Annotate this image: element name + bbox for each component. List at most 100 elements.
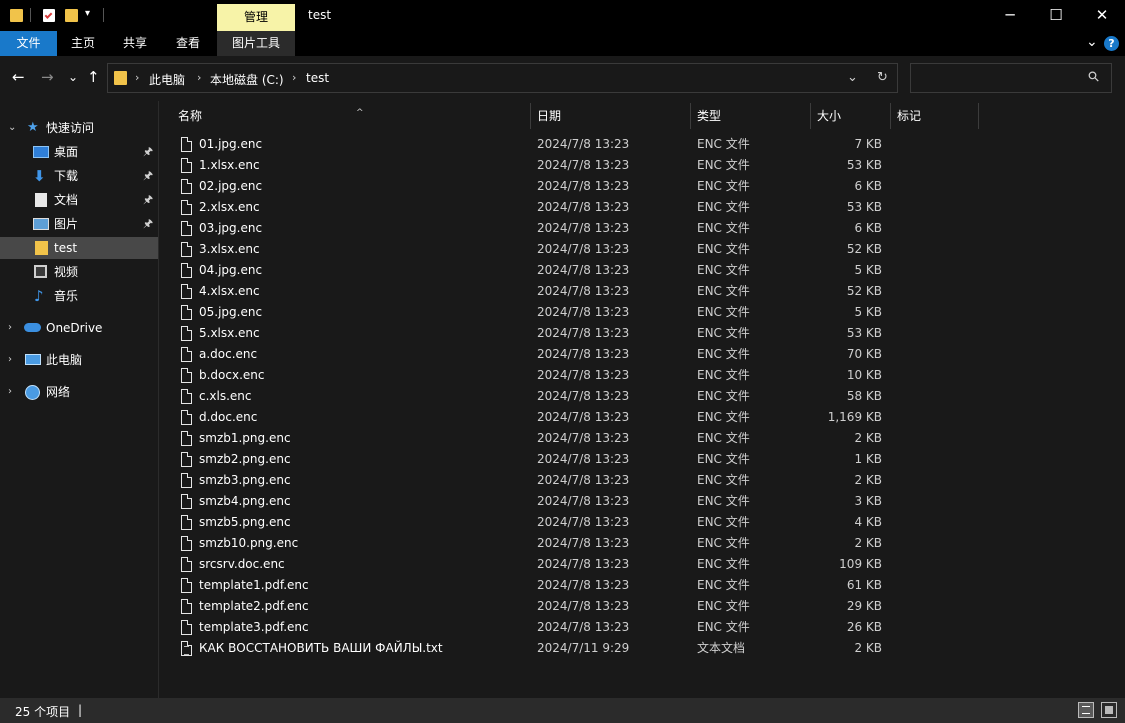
tab-picture-tools[interactable]: 图片工具 [217, 31, 295, 56]
file-row[interactable]: 1.xlsx.enc 2024/7/8 13:23 ENC 文件 53 KB [160, 155, 1125, 176]
recent-locations-button[interactable]: ⌄ [68, 68, 78, 86]
file-row[interactable]: 5.xlsx.enc 2024/7/8 13:23 ENC 文件 53 KB [160, 323, 1125, 344]
file-row[interactable]: 04.jpg.enc 2024/7/8 13:23 ENC 文件 5 KB [160, 260, 1125, 281]
refresh-icon[interactable]: ↻ [877, 70, 888, 85]
nav-quick-access[interactable]: ⌄ ★ 快速访问 [0, 117, 158, 139]
file-icon [181, 599, 192, 614]
text-file-icon [181, 641, 192, 656]
breadcrumb-this-pc[interactable]: 此电脑 [149, 71, 185, 88]
details-view-button[interactable] [1078, 702, 1094, 718]
file-row[interactable]: smzb3.png.enc 2024/7/8 13:23 ENC 文件 2 KB [160, 470, 1125, 491]
breadcrumb-test[interactable]: test [306, 71, 329, 85]
address-bar[interactable]: › 此电脑 › 本地磁盘 (C:) › test ⌄ ↻ [107, 63, 898, 93]
breadcrumb-local-disk[interactable]: 本地磁盘 (C:) [210, 71, 284, 88]
file-size: 70 KB [846, 347, 882, 361]
file-type: ENC 文件 [697, 578, 750, 592]
nav-item-videos[interactable]: 视频 [0, 261, 158, 283]
nav-item-pictures[interactable]: 图片 🖈 [0, 213, 158, 235]
file-row[interactable]: c.xls.enc 2024/7/8 13:23 ENC 文件 58 KB [160, 386, 1125, 407]
pin-icon: 🖈 [143, 217, 154, 230]
file-name: smzb5.png.enc [199, 515, 291, 529]
file-row[interactable]: КАК ВОССТАНОВИТЬ ВАШИ ФАЙЛЫ.txt 2024/7/11… [160, 638, 1125, 659]
column-header-tags[interactable]: 标记 [891, 103, 979, 129]
tab-view[interactable]: 查看 [163, 31, 213, 56]
nav-item-documents[interactable]: 文档 🖈 [0, 189, 158, 211]
file-name: 04.jpg.enc [199, 263, 263, 277]
file-date: 2024/7/8 13:23 [537, 305, 630, 319]
file-size: 6 KB [854, 221, 882, 235]
tab-file[interactable]: 文件 [0, 31, 57, 56]
file-date: 2024/7/8 13:23 [537, 179, 630, 193]
search-icon: ⚲ [1084, 67, 1104, 87]
file-row[interactable]: 05.jpg.enc 2024/7/8 13:23 ENC 文件 5 KB [160, 302, 1125, 323]
column-header-size[interactable]: 大小 [811, 103, 891, 129]
collapse-icon[interactable]: ⌄ [8, 117, 16, 139]
tab-home[interactable]: 主页 [58, 31, 108, 56]
file-row[interactable]: smzb4.png.enc 2024/7/8 13:23 ENC 文件 3 KB [160, 491, 1125, 512]
nav-onedrive[interactable]: › OneDrive [0, 317, 158, 339]
address-dropdown-icon[interactable]: ⌄ [847, 70, 858, 85]
nav-this-pc[interactable]: › 此电脑 [0, 349, 158, 371]
file-row[interactable]: 03.jpg.enc 2024/7/8 13:23 ENC 文件 6 KB [160, 218, 1125, 239]
file-icon [181, 494, 192, 509]
file-row[interactable]: smzb5.png.enc 2024/7/8 13:23 ENC 文件 4 KB [160, 512, 1125, 533]
customize-toolbar-icon[interactable]: ▾ [85, 8, 99, 24]
file-row[interactable]: 01.jpg.enc 2024/7/8 13:23 ENC 文件 7 KB [160, 134, 1125, 155]
back-button[interactable]: ← [12, 68, 25, 86]
nav-network[interactable]: › 网络 [0, 381, 158, 403]
file-icon [181, 326, 192, 341]
file-name: 02.jpg.enc [199, 179, 263, 193]
up-button[interactable]: ↑ [87, 68, 100, 86]
close-button[interactable]: ✕ [1079, 0, 1125, 31]
file-name: c.xls.enc [199, 389, 252, 403]
file-row[interactable]: smzb2.png.enc 2024/7/8 13:23 ENC 文件 1 KB [160, 449, 1125, 470]
file-row[interactable]: srcsrv.doc.enc 2024/7/8 13:23 ENC 文件 109 KB [160, 554, 1125, 575]
expand-icon[interactable]: › [8, 381, 12, 403]
file-row[interactable]: template3.pdf.enc 2024/7/8 13:23 ENC 文件 26 … [160, 617, 1125, 638]
nav-item-desktop[interactable]: 桌面 🖈 [0, 141, 158, 163]
nav-item-test[interactable]: test [0, 237, 158, 259]
file-row[interactable]: 02.jpg.enc 2024/7/8 13:23 ENC 文件 6 KB [160, 176, 1125, 197]
file-row[interactable]: a.doc.enc 2024/7/8 13:23 ENC 文件 70 KB [160, 344, 1125, 365]
desktop-icon [33, 146, 49, 158]
file-date: 2024/7/8 13:23 [537, 200, 630, 214]
file-date: 2024/7/8 13:23 [537, 410, 630, 424]
file-size: 58 KB [846, 389, 882, 403]
nav-item-downloads[interactable]: ⬇ 下载 🖈 [0, 165, 158, 187]
properties-icon[interactable] [42, 7, 56, 23]
nav-item-music[interactable]: ♪ 音乐 [0, 285, 158, 307]
expand-icon[interactable]: › [8, 317, 12, 339]
ribbon-expand-icon[interactable]: ⌄ [1086, 34, 1098, 50]
file-row[interactable]: b.docx.enc 2024/7/8 13:23 ENC 文件 10 KB [160, 365, 1125, 386]
file-row[interactable]: 4.xlsx.enc 2024/7/8 13:23 ENC 文件 52 KB [160, 281, 1125, 302]
tab-share[interactable]: 共享 [110, 31, 160, 56]
file-row[interactable]: template1.pdf.enc 2024/7/8 13:23 ENC 文件 61 … [160, 575, 1125, 596]
file-row[interactable]: d.doc.enc 2024/7/8 13:23 ENC 文件 1,169 KB [160, 407, 1125, 428]
file-size: 6 KB [854, 179, 882, 193]
search-input[interactable]: ⚲ [910, 63, 1112, 93]
file-row[interactable]: 3.xlsx.enc 2024/7/8 13:23 ENC 文件 52 KB [160, 239, 1125, 260]
maximize-button[interactable]: ☐ [1033, 0, 1079, 31]
file-row[interactable]: template2.pdf.enc 2024/7/8 13:23 ENC 文件 29 … [160, 596, 1125, 617]
forward-button[interactable]: → [41, 68, 54, 86]
manage-tab[interactable]: 管理 [217, 4, 295, 31]
file-row[interactable]: smzb1.png.enc 2024/7/8 13:23 ENC 文件 2 KB [160, 428, 1125, 449]
column-header-date[interactable]: 日期 [531, 103, 691, 129]
minimize-button[interactable]: ─ [987, 0, 1033, 31]
file-icon [181, 557, 192, 572]
expand-icon[interactable]: › [8, 349, 12, 371]
large-icons-view-button[interactable] [1101, 702, 1117, 718]
file-row[interactable]: smzb10.png.enc 2024/7/8 13:23 ENC 文件 2 KB [160, 533, 1125, 554]
file-icon [181, 410, 192, 425]
file-row[interactable]: 2.xlsx.enc 2024/7/8 13:23 ENC 文件 53 KB [160, 197, 1125, 218]
file-name: a.doc.enc [199, 347, 258, 361]
video-icon [34, 265, 47, 278]
title-bar: ▾ 管理 test ─ ☐ ✕ [0, 0, 1125, 31]
column-header-type[interactable]: 类型 [691, 103, 811, 129]
file-icon [181, 179, 192, 194]
file-icon [181, 536, 192, 551]
column-header-name[interactable]: 名称 ^ [170, 103, 531, 129]
file-date: 2024/7/8 13:23 [537, 368, 630, 382]
help-icon[interactable]: ? [1104, 36, 1119, 51]
new-folder-icon[interactable] [65, 7, 79, 23]
